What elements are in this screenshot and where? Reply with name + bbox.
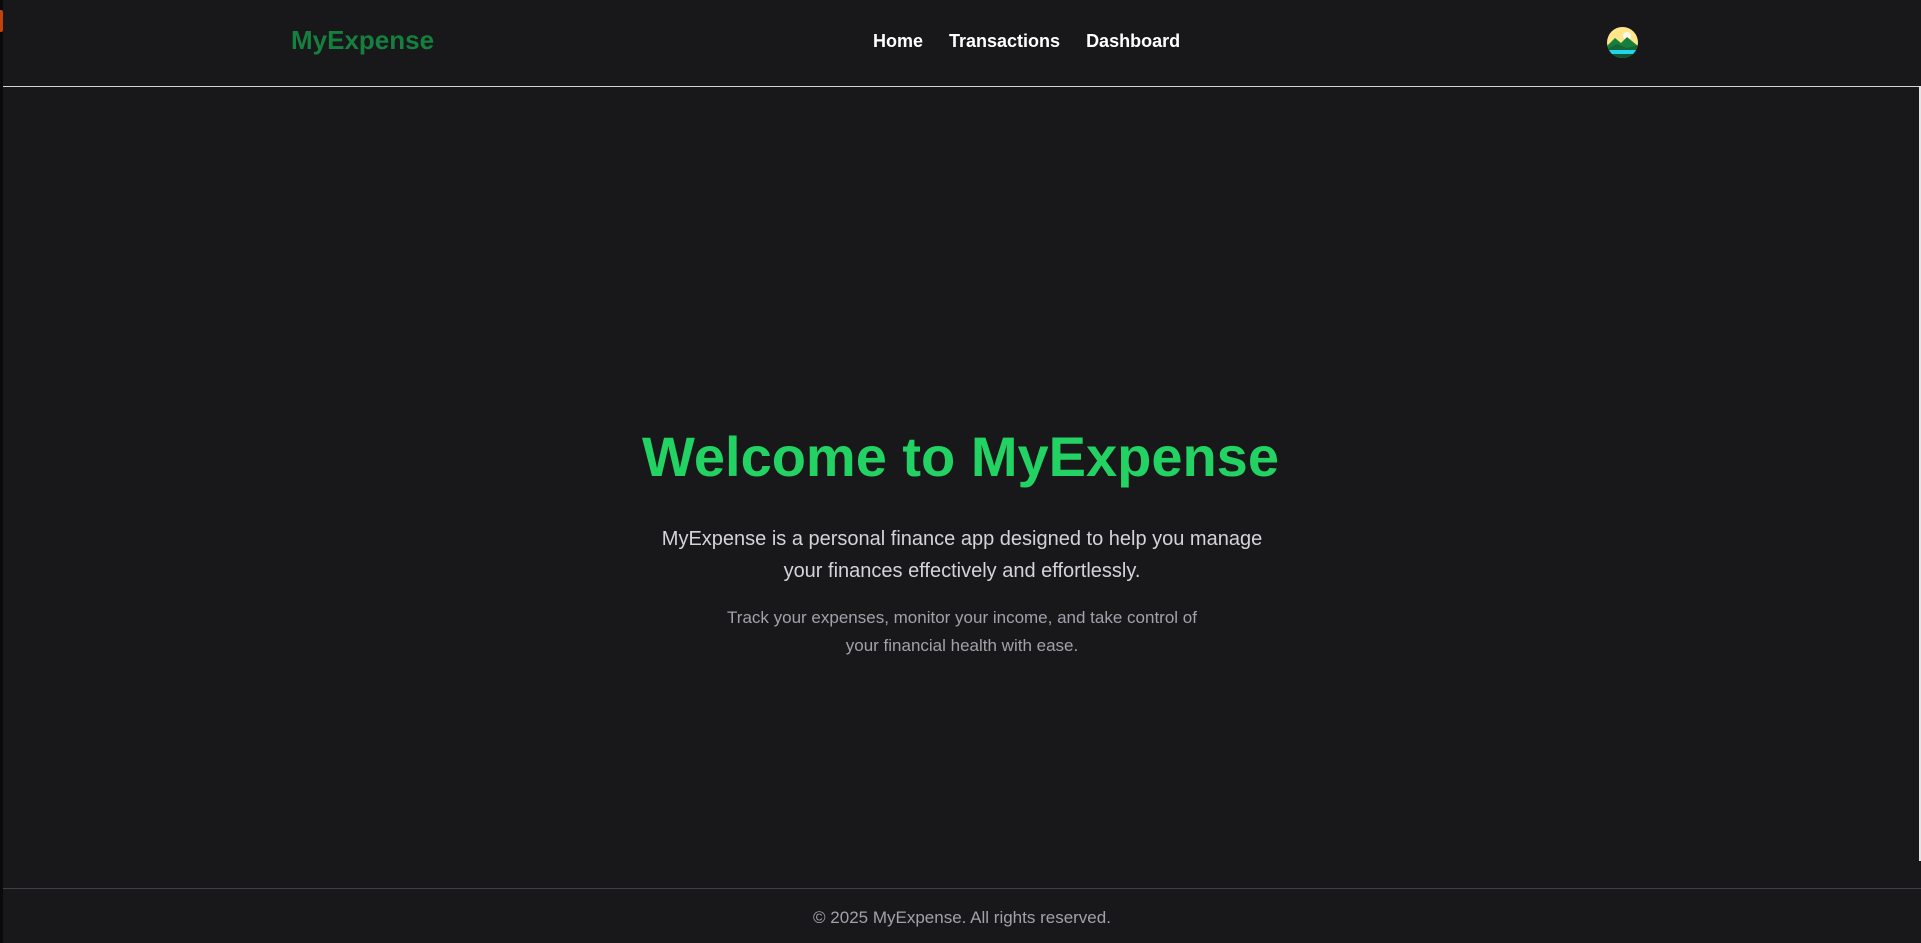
brand-logo[interactable]: MyExpense: [291, 24, 434, 56]
hero-subtext: Track your expenses, monitor your income…: [727, 608, 1197, 655]
nav-links: Home Transactions Dashboard: [873, 29, 1180, 53]
user-avatar[interactable]: [1607, 27, 1638, 58]
landscape-avatar-icon: [1607, 27, 1638, 58]
hero-title: Welcome to MyExpense: [642, 425, 1279, 488]
footer: © 2025 MyExpense. All rights reserved.: [3, 888, 1921, 943]
nav-link-dashboard[interactable]: Dashboard: [1086, 29, 1180, 53]
page: MyExpense Home Transactions Dashboard We…: [0, 0, 1921, 943]
nav-link-home[interactable]: Home: [873, 29, 923, 53]
nav-link-transactions[interactable]: Transactions: [949, 29, 1060, 53]
navbar: MyExpense Home Transactions Dashboard: [3, 0, 1921, 87]
hero-description: MyExpense is a personal finance app desi…: [661, 528, 1263, 582]
footer-copyright: © 2025 MyExpense. All rights reserved.: [813, 908, 1111, 927]
